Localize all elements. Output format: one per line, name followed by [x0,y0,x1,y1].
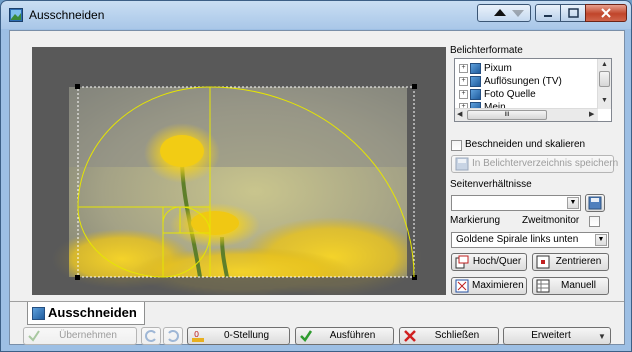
portrait-landscape-label: Hoch/Quer [472,256,522,267]
close-button[interactable]: Schließen [399,327,499,345]
maximize-crop-icon [455,279,469,293]
tab-strip: Ausschneiden [10,301,624,326]
client-area: Belichterformate + Pixum + Auflösungen (TV… [9,30,625,345]
apply-label: Übernehmen [59,330,117,341]
tab-label: Ausschneiden [48,305,137,320]
grip-icon: III [504,112,510,118]
manual-label: Manuell [560,280,597,291]
scroll-thumb[interactable] [599,71,610,87]
manual-button[interactable]: Manuell [532,277,609,295]
zero-position-button[interactable]: 0 0-Stellung [187,327,290,345]
bottom-toolbar: Übernehmen 0 0-Stellung Ausführen Schlie… [10,327,624,346]
zero-position-icon: 0 [191,329,205,343]
extended-label: Erweitert [531,330,571,341]
table-icon [536,279,550,293]
tree-item[interactable]: + Auflösungen (TV) [459,75,562,88]
expand-icon[interactable]: + [459,63,468,73]
app-icon [9,8,23,22]
redo-button[interactable] [163,327,183,345]
marking-label: Markierung [450,215,501,226]
minimize-icon [536,6,560,24]
nav-arrows-button[interactable] [477,4,531,22]
redo-icon [166,329,180,343]
close-x-icon [403,329,417,343]
scroll-up-icon[interactable]: ▲ [601,61,608,68]
formats-tree[interactable]: +Pixum +Auflösungen (TV) +Foto Quelle +M… [454,58,612,122]
undo-button[interactable] [141,327,161,345]
tab-ausschneiden[interactable]: Ausschneiden [27,302,145,325]
scroll-right-icon[interactable]: ▶ [589,110,594,118]
center-icon [536,255,550,269]
up-down-arrows-icon [478,6,530,24]
aspect-label: Seitenverhältnisse [450,179,532,190]
chevron-down-icon: ▼ [598,332,606,341]
maximize-button[interactable] [560,4,586,22]
scroll-thumb[interactable]: III [467,110,547,120]
center-label: Zentrieren [555,256,602,267]
zero-position-label: 0-Stellung [223,330,270,341]
extended-button[interactable]: Erweitert ▼ [503,327,611,345]
tree-item-label: Foto Quelle [484,89,536,100]
chevron-down-icon[interactable]: ▼ [595,234,607,246]
tree-item[interactable]: + Foto Quelle [459,88,536,101]
tree-item-label: Pixum [484,63,512,74]
save-icon [588,196,602,210]
close-icon [586,6,626,24]
scroll-left-icon[interactable]: ◀ [457,110,462,118]
tree-item-label: Auflösungen (TV) [484,76,562,87]
crop-scale-checkbox[interactable] [451,140,462,151]
svg-text:0: 0 [194,330,199,339]
folder-icon [470,62,481,74]
scroll-down-icon[interactable]: ▼ [601,97,608,104]
execute-check-icon [299,329,313,343]
save-icon [455,157,469,171]
marking-select[interactable]: Goldene Spirale links unten ▼ [451,232,609,248]
folder-icon [470,88,481,100]
tree-item[interactable]: + Pixum [459,62,512,75]
aspect-ratio-select[interactable]: ▼ [451,195,581,211]
second-monitor-label: Zweitmonitor [522,215,580,226]
tree-horizontal-scrollbar[interactable]: ◀ III ▶ [455,108,598,121]
folder-icon [470,75,481,87]
undo-icon [144,329,158,343]
maximize-crop-button[interactable]: Maximieren [451,277,527,295]
crop-preview[interactable] [32,47,446,295]
rotate-page-icon [455,255,469,269]
main-window: Ausschneiden Belichterformate + Pixum + … [0,0,632,352]
aspect-save-button[interactable] [585,194,605,212]
second-monitor-checkbox[interactable] [589,216,600,227]
title-bar[interactable]: Ausschneiden [1,1,631,29]
checkmark-icon [27,329,41,343]
close-label: Schließen [434,330,480,341]
marking-value: Goldene Spirale links unten [456,234,579,245]
expand-icon[interactable]: + [459,89,468,99]
crop-scale-label: Beschneiden und skalieren [465,139,586,150]
crop-tab-icon [32,307,45,320]
execute-label: Ausführen [329,330,376,341]
execute-button[interactable]: Ausführen [295,327,394,345]
portrait-landscape-button[interactable]: Hoch/Quer [451,253,527,271]
maximize-crop-label: Maximieren [472,280,524,291]
tree-vertical-scrollbar[interactable]: ▲ ▼ [597,59,611,109]
window-title: Ausschneiden [29,8,105,22]
close-window-button[interactable] [585,4,627,22]
maximize-icon [561,6,585,24]
minimize-button[interactable] [535,4,561,22]
save-to-folder-label: In Belichterverzeichnis speichern [472,158,619,169]
formats-label: Belichterformate [450,45,523,56]
chevron-down-icon[interactable]: ▼ [567,197,579,209]
expand-icon[interactable]: + [459,76,468,86]
apply-button[interactable]: Übernehmen [23,327,137,345]
save-to-folder-button[interactable]: In Belichterverzeichnis speichern [451,155,619,173]
center-button[interactable]: Zentrieren [532,253,609,271]
